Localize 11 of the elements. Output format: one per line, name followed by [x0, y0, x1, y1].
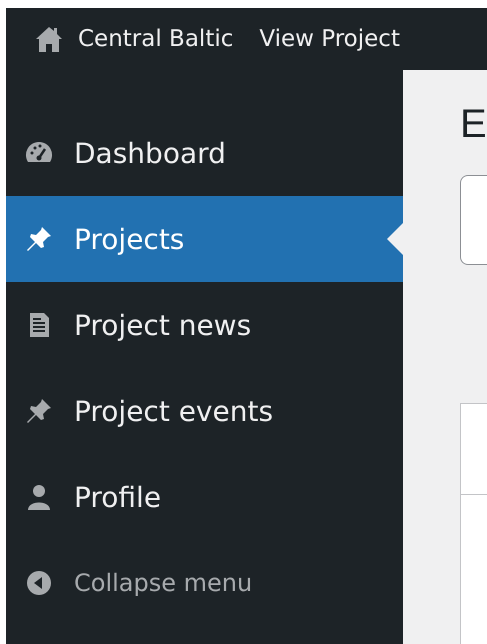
site-name-link[interactable]: Central Baltic [34, 24, 234, 54]
view-project-link[interactable]: View Project [259, 26, 400, 52]
home-icon [34, 24, 64, 54]
input-field[interactable] [460, 175, 487, 265]
menu-item[interactable]: Project news [6, 282, 403, 368]
menu-item[interactable]: Projects [6, 196, 403, 282]
menu-item[interactable]: Profile [6, 454, 403, 540]
menu-item[interactable]: Project events [6, 368, 403, 454]
collapse-menu-button[interactable]: Collapse menu [6, 540, 403, 626]
page-heading: E [460, 101, 487, 148]
menu-item[interactable]: Dashboard [6, 110, 403, 196]
